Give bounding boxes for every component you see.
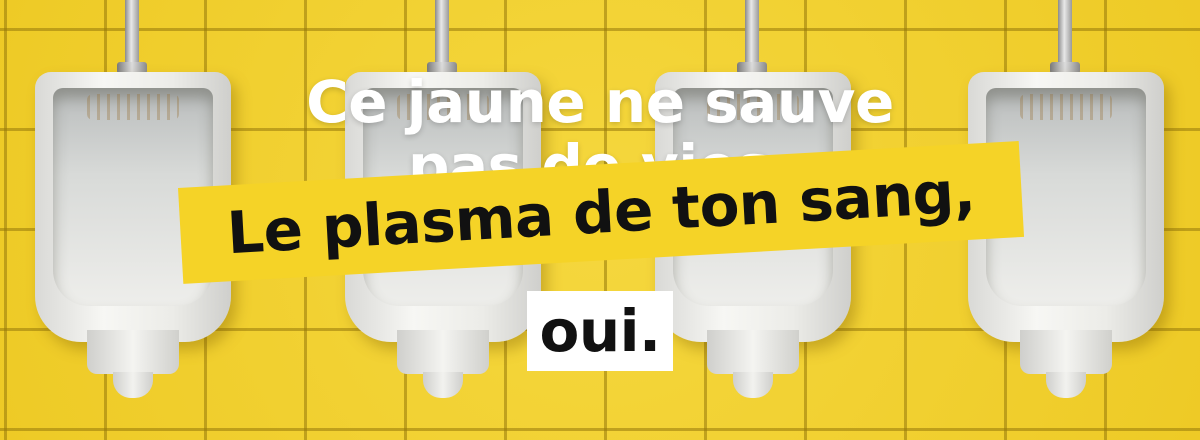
urinal-drain: [113, 372, 153, 398]
urinal-drain: [733, 372, 773, 398]
urinal-drain: [423, 372, 463, 398]
flush-pipe: [435, 0, 449, 66]
flush-pipe: [745, 0, 759, 66]
ad-banner: Ce jaune ne sauve pas de vies. Le plasma…: [0, 0, 1200, 440]
urinal-trap: [87, 330, 179, 374]
flush-pipe: [125, 0, 139, 66]
urinal-drain: [1046, 372, 1086, 398]
oui-text: oui.: [539, 297, 661, 365]
urinal-trap: [397, 330, 489, 374]
urinal-trap: [1020, 330, 1112, 374]
flush-pipe: [1058, 0, 1072, 66]
urinal-trap: [707, 330, 799, 374]
oui-label: oui.: [527, 291, 673, 371]
headline-line-1: Ce jaune ne sauve: [306, 68, 894, 136]
